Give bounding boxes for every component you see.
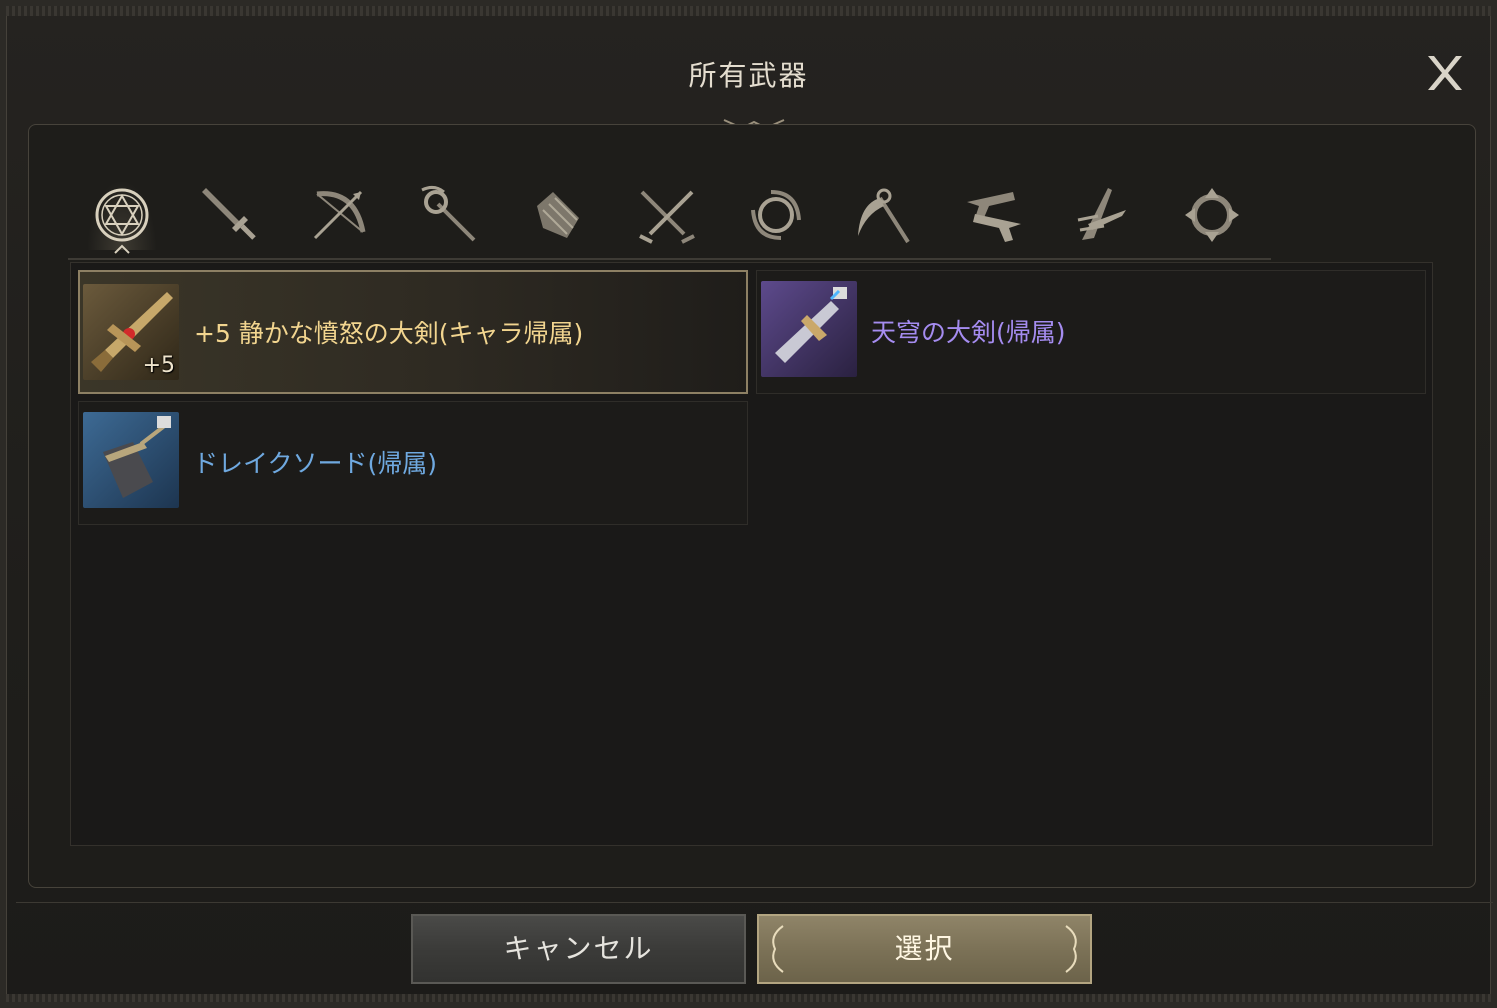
close-icon — [1428, 56, 1462, 90]
weapon-thumbnail — [83, 412, 179, 508]
weapon-thumbnail: +5 — [83, 284, 179, 380]
cancel-button[interactable]: キャンセル — [411, 914, 746, 984]
claw-blade-icon — [1077, 188, 1126, 240]
tab-chakram[interactable] — [1177, 180, 1247, 250]
weapon-name: 天穹の大剣(帰属) — [871, 318, 1066, 347]
select-button[interactable]: 選択 — [757, 914, 1092, 984]
orb-icon — [751, 190, 801, 240]
bottom-border — [6, 994, 1491, 1002]
tab-bow[interactable] — [305, 180, 375, 250]
scythe-icon — [858, 188, 910, 244]
dual-pistols-icon — [967, 192, 1021, 242]
gauntlet-icon — [537, 192, 579, 238]
greatsword-icon — [775, 287, 847, 363]
tab-all[interactable] — [87, 180, 157, 250]
tab-gauntlet[interactable] — [523, 180, 593, 250]
ornament-right-icon — [1065, 925, 1077, 973]
tab-scythe[interactable] — [850, 180, 920, 250]
tab-staff[interactable] — [414, 180, 484, 250]
weapon-select-dialog: 所有武器 +5 +5 静かな憤怒の大剣(キャラ帰属) 天穹の大剣(帰属) ドレイ… — [0, 0, 1497, 1008]
staff-icon — [421, 185, 476, 242]
weapon-category-tabs — [68, 176, 1271, 260]
dual-blades-icon — [639, 190, 695, 244]
weapon-item[interactable]: 天穹の大剣(帰属) — [756, 270, 1426, 394]
weapon-item[interactable]: ドレイクソード(帰属) — [78, 401, 748, 525]
weapon-list: +5 +5 静かな憤怒の大剣(キャラ帰属) 天穹の大剣(帰属) ドレイクソード(… — [70, 262, 1433, 846]
tab-claw-blade[interactable] — [1068, 180, 1138, 250]
greatsword-icon — [103, 416, 171, 498]
dialog-title: 所有武器 — [688, 59, 809, 92]
enhance-badge: +5 — [142, 353, 175, 378]
hexagram-icon — [95, 188, 149, 242]
tab-dual-pistols[interactable] — [959, 180, 1029, 250]
weapon-item[interactable]: +5 +5 静かな憤怒の大剣(キャラ帰属) — [78, 270, 748, 394]
active-tab-caret-icon — [114, 244, 130, 254]
weapon-name: +5 静かな憤怒の大剣(キャラ帰属) — [194, 319, 584, 348]
select-button-label: 選択 — [894, 932, 955, 965]
sword-icon — [202, 188, 256, 240]
tab-dual-blades[interactable] — [632, 180, 702, 250]
footer-divider — [16, 902, 1493, 903]
top-border — [6, 6, 1491, 16]
tab-sword[interactable] — [196, 180, 266, 250]
chakram-icon — [1185, 188, 1239, 242]
cancel-button-label: キャンセル — [503, 932, 654, 965]
close-button[interactable] — [1422, 50, 1468, 96]
ornament-left-icon — [772, 925, 784, 973]
weapon-thumbnail — [761, 281, 857, 377]
bow-icon — [313, 190, 366, 240]
weapon-name: ドレイクソード(帰属) — [193, 449, 438, 478]
tab-orb[interactable] — [741, 180, 811, 250]
